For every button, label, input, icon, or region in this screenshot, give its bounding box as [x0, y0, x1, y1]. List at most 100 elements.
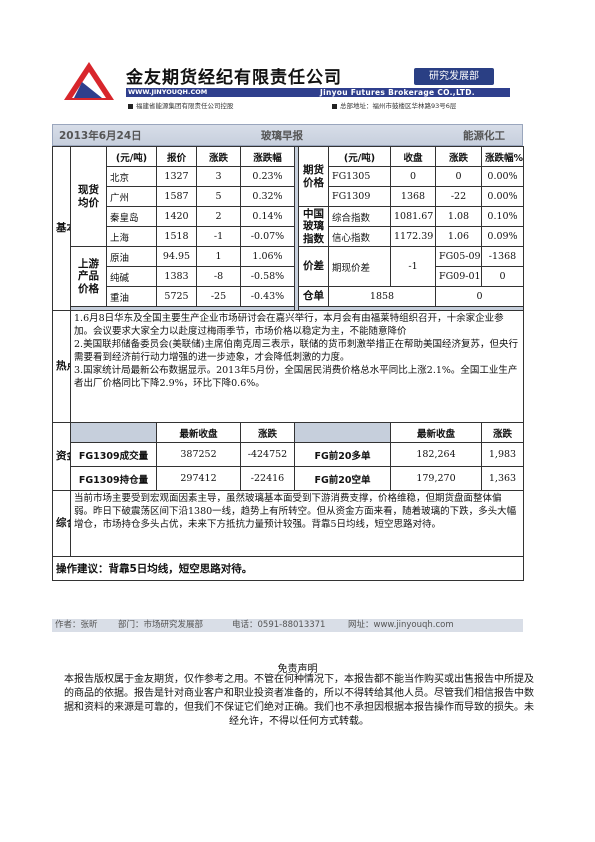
spot-pct: 0.14%	[240, 206, 295, 227]
index-name: 信心指数	[328, 226, 391, 247]
website-text: WWW.JINYOUQH.COM	[128, 88, 208, 96]
company-logo	[64, 62, 114, 100]
spread-value: -1	[390, 246, 436, 287]
section-funds: 资金面	[52, 422, 71, 491]
spot-city: 广州	[106, 186, 157, 207]
spot-city: 北京	[106, 166, 157, 187]
spot-price: 1327	[156, 166, 197, 187]
bullet-icon	[332, 103, 337, 109]
funds-chg: -424752	[240, 442, 295, 467]
index-close: 1172.39	[390, 226, 436, 247]
spot-price: 1518	[156, 226, 197, 247]
upstream-price: 94.95	[156, 246, 197, 267]
spot-price: 1420	[156, 206, 197, 227]
spot-pct: 0.23%	[240, 166, 295, 187]
calendar-spread-name: FG09-01	[435, 266, 482, 287]
department-badge: 研究发展部	[414, 68, 494, 85]
section-analysis: 综合分析	[52, 490, 71, 557]
address: 总部地址：福州市鼓楼区华林路93号6层	[332, 100, 456, 110]
trading-advice: 操作建议：背靠5日均线，短空思路对待。	[52, 556, 524, 581]
spot-chg: 2	[196, 206, 241, 227]
index-close: 1081.67	[390, 206, 436, 227]
funds-chg: -22416	[240, 466, 295, 491]
upstream-chg: -8	[196, 266, 241, 287]
report-sector: 能源化工	[463, 130, 505, 142]
futures-contract: FG1309	[328, 186, 391, 207]
index-pct: 0.10%	[481, 206, 524, 227]
funds-header-close: 最新收盘	[156, 422, 241, 443]
spot-chg: -1	[196, 226, 241, 247]
report-table: 基本面 现货均价 (元/吨) 报价 涨跌 涨跌幅 期货价格 (元/吨) 收盘 涨…	[52, 146, 524, 581]
calendar-spread-value: 0	[481, 266, 524, 287]
phone: 电话：0591-88013371	[232, 620, 326, 630]
address-text: 总部地址：福州市鼓楼区华林路93号6层	[340, 102, 457, 110]
funds-header-close-right: 最新收盘	[390, 422, 482, 443]
funds-chg-right: 1,363	[481, 466, 524, 491]
upstream-chg: -25	[196, 286, 241, 307]
funds-chg-right: 1,983	[481, 442, 524, 467]
funds-close-right: 182,264	[390, 442, 482, 467]
spot-chg: 3	[196, 166, 241, 187]
news-item: 3.国家统计局最新公布数据显示。2013年5月份，全国居民消费价格总水平同比上涨…	[74, 365, 518, 389]
funds-item: FG1309持仓量	[70, 466, 157, 491]
funds-header-chg-right: 涨跌	[481, 422, 524, 443]
index-name: 综合指数	[328, 206, 391, 227]
section-news: 热点新闻	[52, 310, 71, 423]
glass-index-label: 中国玻璃指数	[298, 206, 329, 247]
parent-company-text: 福建省能源集团有限责任公司控股	[136, 102, 234, 110]
upstream-price: 1383	[156, 266, 197, 287]
futures-pct: 0.00%	[481, 166, 524, 187]
funds-item-right: FG前20多单	[294, 442, 391, 467]
section-basics: 基本面	[52, 146, 71, 311]
funds-close-right: 179,270	[390, 466, 482, 491]
index-pct: 0.09%	[481, 226, 524, 247]
upstream-name: 纯碱	[106, 266, 157, 287]
upstream-pct: -0.58%	[240, 266, 295, 287]
news-list: 1.6月8日华东及全国主要生产企业市场研讨会在嘉兴举行，本月会有由福莱特组织召开…	[70, 310, 524, 423]
right-header-close: 收盘	[390, 146, 436, 167]
left-header-price: 报价	[156, 146, 197, 167]
spot-price-label: 现货均价	[70, 146, 107, 247]
futures-chg: -22	[435, 186, 482, 207]
futures-contract: FG1305	[328, 166, 391, 187]
upstream-pct: 1.06%	[240, 246, 295, 267]
futures-close: 1368	[390, 186, 436, 207]
left-header-unit: (元/吨)	[106, 146, 157, 167]
website-link[interactable]: 网址：www.jinyouqh.com	[348, 619, 454, 632]
right-header-chg: 涨跌	[435, 146, 482, 167]
analysis-text: 当前市场主要受到宏观面因素主导，虽然玻璃基本面受到下游消费支撑，价格维稳，但期货…	[70, 490, 524, 557]
left-header-chg: 涨跌	[196, 146, 241, 167]
funds-header-chg: 涨跌	[240, 422, 295, 443]
right-header-unit: (元/吨)	[328, 146, 391, 167]
spot-city: 秦皇岛	[106, 206, 157, 227]
report-title: 玻璃早报	[261, 130, 303, 142]
warehouse-value: 1858	[328, 286, 436, 307]
warehouse-chg: 0	[435, 286, 524, 307]
disclaimer-body: 本报告版权属于金友期货，仅作参考之用。不管在何种情况下，本报告都不能当作购买或出…	[64, 674, 534, 727]
funds-blank-header-right	[294, 422, 391, 443]
spread-label: 价差	[298, 246, 329, 287]
spot-chg: 5	[196, 186, 241, 207]
upstream-name: 原油	[106, 246, 157, 267]
upstream-price-label: 上游产品价格	[70, 246, 107, 307]
company-name-en: Jinyou Futures Brokerage CO.,LTD.	[320, 88, 475, 97]
funds-blank-header	[70, 422, 157, 443]
calendar-spread-name: FG05-09	[435, 246, 482, 267]
upstream-pct: -0.43%	[240, 286, 295, 307]
upstream-price: 5725	[156, 286, 197, 307]
right-header-pct: 涨跌幅%	[481, 146, 524, 167]
spot-pct: -0.07%	[240, 226, 295, 247]
report-date: 2013年6月24日	[59, 130, 142, 142]
report-footer: 作者：张昕 部门：市场研究发展部 电话：0591-88013371 网址：www…	[52, 619, 523, 632]
upstream-name: 重油	[106, 286, 157, 307]
index-chg: 1.06	[435, 226, 482, 247]
funds-item: FG1309成交量	[70, 442, 157, 467]
news-item: 1.6月8日华东及全国主要生产企业市场研讨会在嘉兴举行，本月会有由福莱特组织召开…	[74, 313, 504, 337]
warehouse-label: 仓单	[298, 286, 329, 307]
department: 部门：市场研究发展部	[118, 620, 204, 630]
spread-name: 期现价差	[328, 246, 391, 287]
author: 作者：张昕	[55, 620, 98, 630]
upstream-chg: 1	[196, 246, 241, 267]
futures-chg: 0	[435, 166, 482, 187]
calendar-spread-value: -1368	[481, 246, 524, 267]
